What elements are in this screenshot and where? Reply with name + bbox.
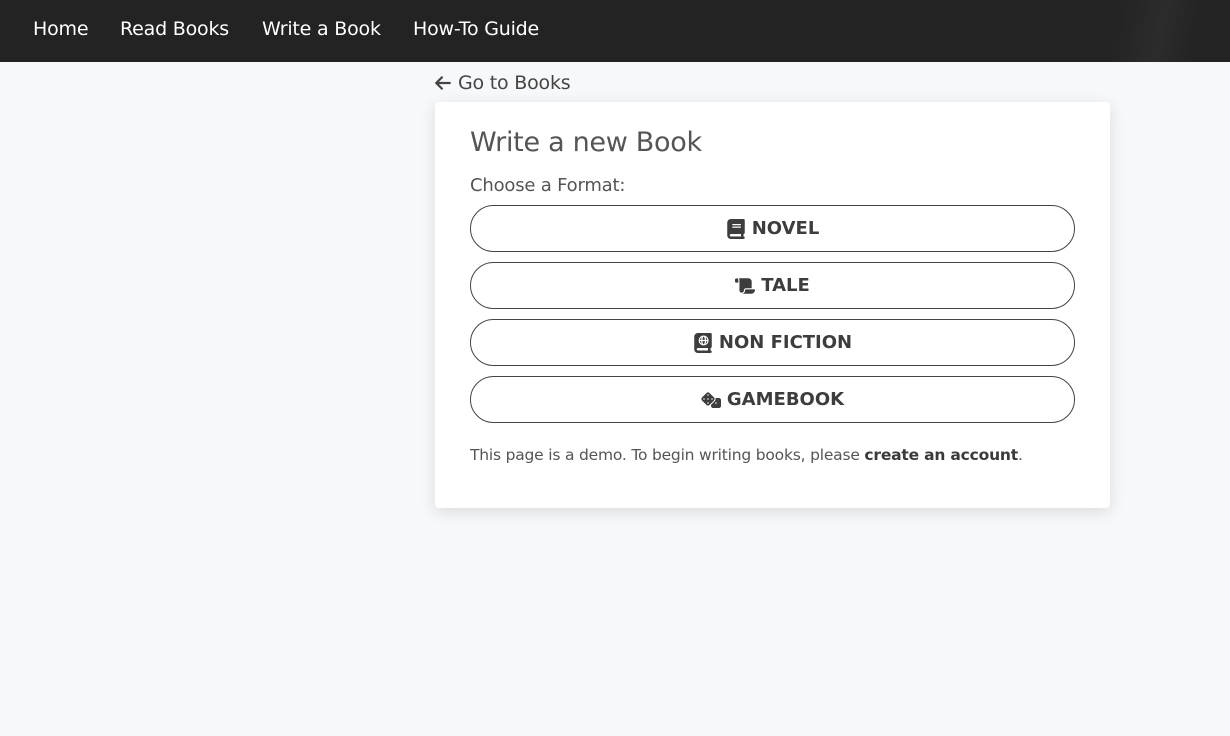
nav-home[interactable]: Home (33, 18, 89, 40)
page-title: Write a new Book (470, 127, 702, 158)
gamebook-button[interactable]: GAMEBOOK (470, 376, 1075, 423)
arrow-left-icon (435, 76, 451, 90)
nav-read-books[interactable]: Read Books (120, 18, 229, 40)
dice-icon (701, 391, 721, 408)
novel-button[interactable]: NOVEL (470, 205, 1075, 252)
nav-write-book[interactable]: Write a Book (262, 18, 381, 40)
create-account-link[interactable]: create an account (864, 446, 1018, 464)
scroll-icon (735, 277, 756, 294)
non-fiction-button[interactable]: NON FICTION (470, 319, 1075, 366)
tale-button-label: TALE (761, 275, 810, 296)
gamebook-button-label: GAMEBOOK (726, 389, 845, 410)
non-fiction-button-label: NON FICTION (718, 332, 853, 353)
demo-note-text: This page is a demo. To begin writing bo… (470, 446, 865, 464)
back-link-label: Go to Books (458, 72, 571, 94)
novel-button-label: NOVEL (751, 218, 820, 239)
demo-note: This page is a demo. To begin writing bo… (470, 446, 1023, 464)
tale-button[interactable]: TALE (470, 262, 1075, 309)
back-to-books-link[interactable]: Go to Books (434, 72, 571, 94)
demo-note-end: . (1017, 446, 1023, 464)
atlas-icon (694, 332, 712, 353)
write-book-card: Write a new Book Choose a Format: NOVEL … (435, 102, 1110, 508)
book-icon (726, 218, 745, 239)
nav-how-to-guide[interactable]: How-To Guide (413, 18, 539, 40)
format-label: Choose a Format: (470, 175, 626, 196)
top-navbar: Home Read Books Write a Book How-To Guid… (0, 0, 1230, 62)
